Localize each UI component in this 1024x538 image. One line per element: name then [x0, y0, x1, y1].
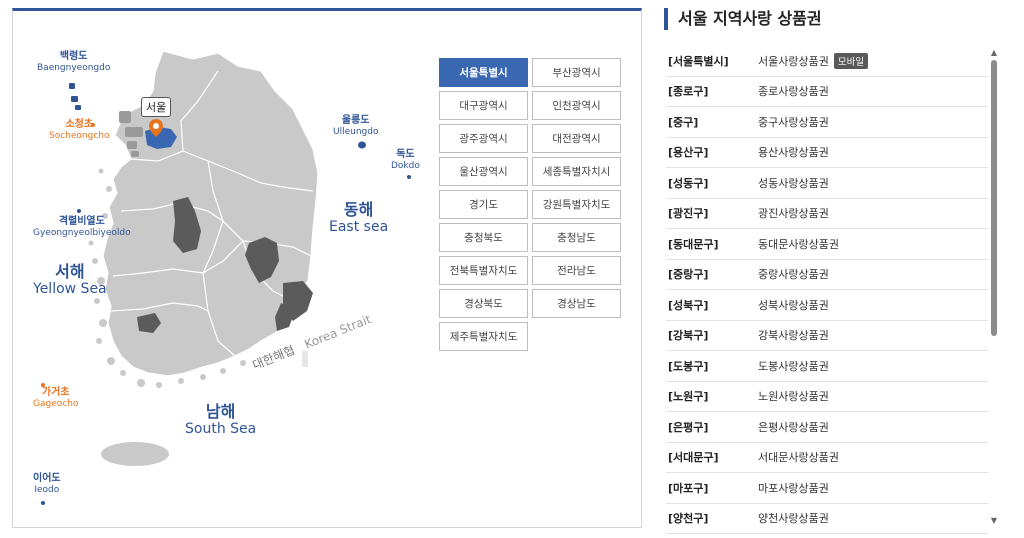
- label-baengnyeongdo: 백령도 Baengnyeongdo: [37, 51, 111, 73]
- district-label: [종로구]: [668, 85, 709, 99]
- label-gageocho: 가거초 Gageocho: [33, 387, 79, 409]
- district-label: [광진구]: [668, 207, 709, 221]
- label-yellow-sea: 서해 Yellow Sea: [33, 262, 107, 298]
- list-item[interactable]: [서울특별시] 서울사랑상품권 모바일: [666, 46, 988, 77]
- region-button-grid: 서울특별시 부산광역시 대구광역시 인천광역시 광주광역시 대전광역시 울산광역시 세종특별자…: [439, 58, 621, 351]
- label-socheongcho: 소청초 Socheongcho: [49, 119, 110, 141]
- triangle-up-icon[interactable]: ▲: [990, 48, 998, 57]
- district-label: [중구]: [668, 115, 699, 129]
- region-button[interactable]: 울산광역시: [439, 157, 528, 186]
- region-button[interactable]: 전라남도: [532, 256, 621, 285]
- list-item[interactable]: [강북구] 강북사랑상품권: [666, 321, 988, 351]
- label-east-sea: 동해 East sea: [329, 200, 389, 236]
- voucher-name[interactable]: 종로사랑상품권: [758, 83, 829, 99]
- list-item[interactable]: [도봉구] 도봉사랑상품권: [666, 351, 988, 382]
- district-label: [성동구]: [668, 176, 709, 190]
- dokdo-dot: [407, 175, 411, 179]
- label-dokdo: 독도 Dokdo: [391, 149, 420, 171]
- voucher-name[interactable]: 강북사랑상품권: [758, 327, 829, 343]
- voucher-name[interactable]: 중랑사랑상품권: [758, 266, 829, 282]
- label-south-sea: 남해 South Sea: [185, 402, 257, 438]
- voucher-list[interactable]: [서울특별시] 서울사랑상품권 모바일 [종로구] 종로사랑상품권 [중구] 중구사랑상품권…: [666, 46, 988, 536]
- voucher-name[interactable]: 성북사랑상품권: [758, 297, 829, 313]
- list-item[interactable]: [중랑구] 중랑사랑상품권: [666, 260, 988, 290]
- gageocho-dot: [41, 383, 45, 387]
- region-button[interactable]: 제주특별자치도: [439, 322, 528, 351]
- scrollbar-thumb[interactable]: [991, 60, 997, 336]
- label-gyeongnyeolbiyeoldo: 격렬비열도 Gyeongnyeolbiyeoldo: [33, 216, 131, 238]
- region-button[interactable]: 대구광역시: [439, 91, 528, 120]
- district-label: [서울특별시]: [668, 54, 729, 68]
- region-button[interactable]: 대전광역시: [532, 124, 621, 153]
- region-button[interactable]: 부산광역시: [532, 58, 621, 87]
- voucher-name[interactable]: 양천사랑상품권: [758, 510, 829, 526]
- voucher-name[interactable]: 성동사랑상품권: [758, 175, 829, 191]
- region-button[interactable]: 인천광역시: [532, 91, 621, 120]
- label-ulleungdo: 울릉도 Ulleungdo: [333, 115, 379, 137]
- gyeongnyeolbiyeoldo-dot: [77, 209, 81, 213]
- region-button[interactable]: 전북특별자치도: [439, 256, 528, 285]
- list-item[interactable]: [노원구] 노원사랑상품권: [666, 382, 988, 412]
- district-label: [은평구]: [668, 420, 709, 434]
- list-item[interactable]: [광진구] 광진사랑상품권: [666, 199, 988, 229]
- baengnyeongdo-islands: [69, 83, 81, 110]
- district-label: [마포구]: [668, 481, 709, 495]
- map-panel: 서울 백령도 Baengnyeongdo 소청초 Socheongcho 격렬비…: [12, 8, 642, 528]
- district-label: [강북구]: [668, 329, 709, 343]
- list-title: 서울 지역사랑 상품권: [664, 8, 822, 30]
- voucher-name[interactable]: 서대문사랑상품권: [758, 449, 839, 465]
- list-item[interactable]: [종로구] 종로사랑상품권: [666, 77, 988, 107]
- region-button[interactable]: 경상남도: [532, 289, 621, 318]
- region-button[interactable]: 경기도: [439, 190, 528, 219]
- seoul-tag: 서울: [141, 97, 172, 117]
- triangle-down-icon[interactable]: ▼: [990, 516, 998, 525]
- list-item[interactable]: [동대문구] 동대문사랑상품권: [666, 229, 988, 260]
- voucher-name[interactable]: 동대문사랑상품권: [758, 236, 839, 252]
- region-button[interactable]: 세종특별자치시: [532, 157, 621, 186]
- district-label: [동대문구]: [668, 237, 719, 251]
- list-item[interactable]: [은평구] 은평사랑상품권: [666, 412, 988, 443]
- map-pin-icon: [149, 119, 163, 137]
- list-item[interactable]: [서대문구] 서대문사랑상품권: [666, 443, 988, 473]
- label-ieodo: 이어도 Ieodo: [33, 473, 61, 495]
- voucher-name[interactable]: 도봉사랑상품권: [758, 358, 829, 374]
- district-label: [성북구]: [668, 298, 709, 312]
- jeju-island[interactable]: [101, 442, 169, 466]
- voucher-name[interactable]: 마포사랑상품권: [758, 480, 829, 496]
- voucher-name[interactable]: 서울사랑상품권: [758, 53, 829, 69]
- voucher-name[interactable]: 광진사랑상품권: [758, 205, 829, 221]
- district-label: [양천구]: [668, 512, 709, 526]
- list-item[interactable]: [용산구] 용산사랑상품권: [666, 138, 988, 168]
- voucher-name[interactable]: 중구사랑상품권: [758, 114, 829, 130]
- region-button[interactable]: 충청북도: [439, 223, 528, 252]
- district-label: [도봉구]: [668, 359, 709, 373]
- ulleungdo-island: [358, 141, 366, 149]
- list-item[interactable]: [성북구] 성북사랑상품권: [666, 290, 988, 321]
- region-button[interactable]: 경상북도: [439, 289, 528, 318]
- voucher-name[interactable]: 은평사랑상품권: [758, 419, 829, 435]
- list-item[interactable]: [양천구] 양천사랑상품권: [666, 504, 988, 534]
- district-label: [용산구]: [668, 146, 709, 160]
- region-button[interactable]: 충청남도: [532, 223, 621, 252]
- region-button[interactable]: 광주광역시: [439, 124, 528, 153]
- voucher-name[interactable]: 노원사랑상품권: [758, 388, 829, 404]
- list-item[interactable]: [중구] 중구사랑상품권: [666, 107, 988, 138]
- region-button[interactable]: 서울특별시: [439, 58, 528, 87]
- list-item[interactable]: [마포구] 마포사랑상품권: [666, 473, 988, 504]
- voucher-name[interactable]: 용산사랑상품권: [758, 144, 829, 160]
- district-label: [중랑구]: [668, 268, 709, 282]
- region-button[interactable]: 강원특별자치도: [532, 190, 621, 219]
- socheongcho-dot: [91, 123, 95, 127]
- list-item[interactable]: [성동구] 성동사랑상품권: [666, 168, 988, 199]
- mobile-badge: 모바일: [833, 52, 869, 69]
- district-label: [노원구]: [668, 390, 709, 404]
- district-label: [서대문구]: [668, 451, 719, 465]
- ieodo-dot: [41, 501, 45, 505]
